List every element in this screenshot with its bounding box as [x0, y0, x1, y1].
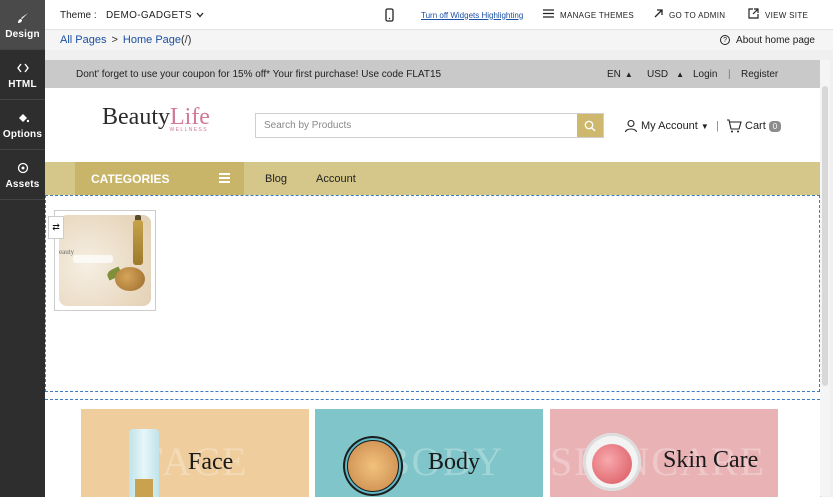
category-card-body[interactable]: BODY Body — [315, 409, 543, 497]
sidebar-item-label: Assets — [5, 178, 40, 190]
breadcrumb-separator: > — [111, 34, 118, 46]
search-input[interactable] — [256, 114, 578, 137]
product-tube-image — [129, 429, 159, 497]
sidebar-item-label: Options — [2, 128, 43, 140]
editor-topbar: Theme : DEMO-GADGETS Turn off Widgets Hi… — [45, 0, 833, 30]
register-link[interactable]: Register — [741, 60, 778, 88]
categories-label: CATEGORIES — [91, 171, 170, 186]
promo-message: Dont' forget to use your coupon for 15% … — [76, 68, 442, 80]
caret-down-icon: ▼︎ — [700, 121, 709, 131]
logo-tagline: WELLNESS — [169, 127, 208, 133]
breadcrumb-bar: All Pages > Home Page (/) ? About home p… — [45, 30, 833, 50]
sidebar-item-label: Design — [5, 28, 40, 40]
cart-count-badge: 0 — [768, 120, 782, 132]
nav-link-account[interactable]: Account — [316, 162, 356, 195]
divider: | — [728, 68, 731, 80]
go-to-admin-label: GO TO ADMIN — [669, 10, 726, 20]
code-icon — [16, 60, 29, 76]
currency-value: USD — [647, 68, 669, 80]
sidebar-item-options[interactable]: Options — [0, 100, 45, 150]
chevron-down-icon — [196, 10, 204, 20]
theme-selector[interactable]: DEMO-GADGETS — [106, 0, 204, 30]
site-logo[interactable]: BeautyLife WELLNESS — [102, 105, 210, 141]
preview-scrollbar[interactable] — [820, 60, 830, 496]
categories-menu[interactable]: CATEGORIES — [75, 162, 244, 195]
search-icon — [584, 120, 596, 131]
image-band — [73, 255, 113, 263]
bottle-shape — [133, 220, 143, 265]
logo-wordmark: BeautyLife — [102, 105, 210, 129]
manage-themes-button[interactable]: MANAGE THEMES — [543, 0, 634, 30]
my-account-label: My Account — [641, 120, 698, 132]
site-editor: Design HTML Options Assets Theme : DEMO-… — [0, 0, 833, 497]
breadcrumb-all-pages[interactable]: All Pages — [60, 34, 106, 46]
breadcrumb-path: (/) — [181, 34, 192, 46]
search-button[interactable] — [577, 114, 603, 137]
nav-link-blog[interactable]: Blog — [265, 162, 287, 195]
theme-label: Theme : — [60, 9, 97, 21]
theme-value: DEMO-GADGETS — [106, 9, 192, 21]
mobile-preview-icon[interactable] — [385, 0, 394, 30]
site-header: BeautyLife WELLNESS My Account ▼︎ | — [45, 88, 820, 162]
toggle-widgets-highlighting-link[interactable]: Turn off Widgets Highlighting — [421, 0, 523, 30]
category-card-skin-care[interactable]: SKINCARE Skin Care — [550, 409, 778, 497]
brush-icon — [17, 10, 29, 26]
resize-handle-icon[interactable]: ⇄ — [48, 216, 64, 239]
user-icon — [624, 119, 638, 133]
hamburger-icon — [219, 173, 230, 183]
cart-icon — [727, 119, 742, 133]
editor-sidebar: Design HTML Options Assets — [0, 0, 45, 497]
category-label: Face — [188, 449, 234, 475]
category-label: Body — [428, 449, 481, 475]
help-icon: ? — [720, 35, 731, 45]
sidebar-item-assets[interactable]: Assets — [0, 150, 45, 200]
cart-button[interactable]: Cart 0 — [726, 117, 782, 135]
main-navigation: CATEGORIES Blog Account — [45, 162, 820, 195]
hamburger-icon — [543, 9, 554, 21]
sort-arrows-icon: ▲︎ — [676, 69, 685, 79]
language-selector[interactable]: EN ▲︎ — [607, 60, 633, 88]
assets-icon — [17, 160, 29, 176]
scrollbar-thumb[interactable] — [822, 86, 828, 386]
banner-image-text: eauty — [59, 248, 75, 256]
fruit-shape — [115, 267, 145, 291]
my-account-menu[interactable]: My Account ▼︎ — [624, 117, 709, 135]
view-site-label: VIEW SITE — [765, 10, 809, 20]
cart-label: Cart — [745, 120, 766, 132]
currency-selector[interactable]: USD ▲︎ — [647, 60, 684, 88]
breadcrumb-home-page[interactable]: Home Page — [123, 34, 181, 46]
view-site-button[interactable]: VIEW SITE — [748, 0, 808, 30]
promo-bar: Dont' forget to use your coupon for 15% … — [45, 60, 820, 88]
about-page-label: About home page — [736, 34, 815, 46]
language-value: EN — [607, 68, 621, 80]
breadcrumb: All Pages > Home Page (/) — [60, 30, 191, 50]
sidebar-item-html[interactable]: HTML — [0, 50, 45, 100]
site-preview: Dont' forget to use your coupon for 15% … — [45, 50, 833, 497]
sort-arrows-icon: ▲︎ — [624, 69, 633, 79]
about-page-button[interactable]: ? About home page — [720, 30, 815, 50]
external-link-icon — [748, 8, 759, 22]
sidebar-item-label: HTML — [8, 78, 37, 90]
category-card-face[interactable]: FACE Face — [81, 409, 309, 497]
category-banners: FACE Face BODY Body SKINCARE Skin Care — [45, 399, 820, 497]
banner-image: eauty — [59, 215, 151, 306]
widget-drop-zone[interactable]: eauty ⇄ — [45, 195, 820, 392]
category-label: Skin Care — [663, 447, 759, 473]
go-to-admin-button[interactable]: GO TO ADMIN — [654, 0, 725, 30]
divider: | — [716, 120, 719, 132]
manage-themes-label: MANAGE THEMES — [560, 10, 634, 20]
banner-image-widget[interactable]: eauty — [54, 210, 156, 311]
arrow-up-right-icon — [654, 9, 663, 21]
product-compact-image — [583, 433, 641, 491]
product-jar-image — [343, 436, 403, 496]
search-box — [255, 113, 604, 138]
storefront-page: Dont' forget to use your coupon for 15% … — [45, 60, 820, 497]
paint-bucket-icon — [17, 110, 29, 126]
sidebar-item-design[interactable]: Design — [0, 0, 45, 50]
login-link[interactable]: Login — [693, 60, 717, 88]
